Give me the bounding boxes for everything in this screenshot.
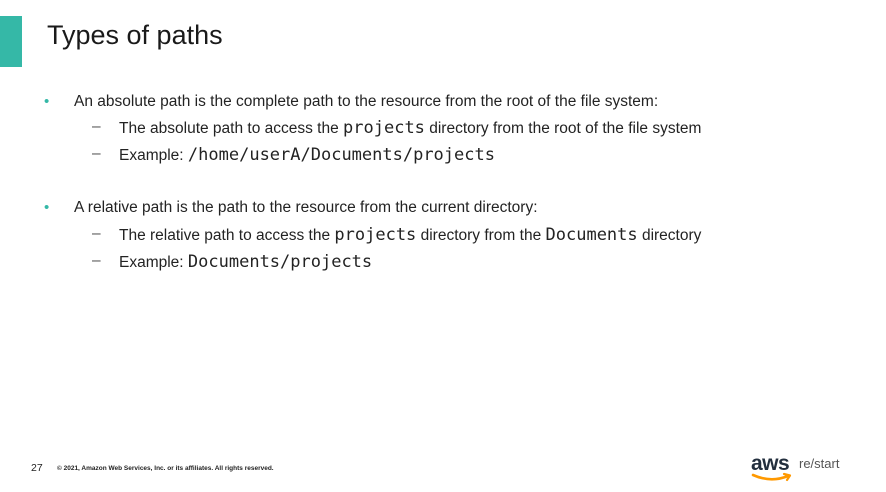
text-segment: Example:: [119, 147, 188, 164]
bullet-dot-icon: •: [44, 93, 50, 110]
text-segment: directory: [637, 227, 702, 244]
sub-bullet-text: The absolute path to access the projects…: [119, 118, 701, 138]
bullet-text: A relative path is the path to the resou…: [74, 199, 538, 216]
text-segment: The relative path to access the: [119, 227, 335, 244]
bullet-text: An absolute path is the complete path to…: [74, 93, 659, 110]
sub-bullet-text: Example: /home/userA/Documents/projects: [119, 145, 495, 165]
aws-smile-icon: [751, 472, 792, 482]
copyright-notice: © 2021, Amazon Web Services, Inc. or its…: [57, 465, 274, 472]
dash-icon: –: [92, 118, 101, 135]
slide-title: Types of paths: [47, 20, 223, 50]
dash-icon: –: [92, 145, 101, 162]
code-segment: /home/userA/Documents/projects: [187, 145, 495, 165]
logo-product: re/start: [799, 456, 840, 471]
code-segment: Documents: [545, 225, 638, 245]
dash-icon: –: [92, 252, 101, 269]
bullet-dot-icon: •: [44, 199, 50, 216]
sub-bullet-text: Example: Documents/projects: [119, 252, 372, 272]
code-segment: projects: [343, 118, 425, 138]
text-segment: Example:: [119, 254, 188, 271]
text-segment: directory from the: [416, 227, 546, 244]
title-accent-bar: [0, 16, 22, 67]
sub-bullet-text: The relative path to access the projects…: [119, 225, 701, 245]
text-segment: The absolute path to access the: [119, 120, 344, 137]
aws-restart-logo: aws re/start: [751, 452, 851, 484]
page-number: 27: [31, 462, 43, 474]
code-segment: Documents/projects: [187, 252, 373, 272]
dash-icon: –: [92, 225, 101, 242]
code-segment: projects: [334, 225, 417, 245]
text-segment: directory from the root of the file syst…: [424, 120, 702, 137]
